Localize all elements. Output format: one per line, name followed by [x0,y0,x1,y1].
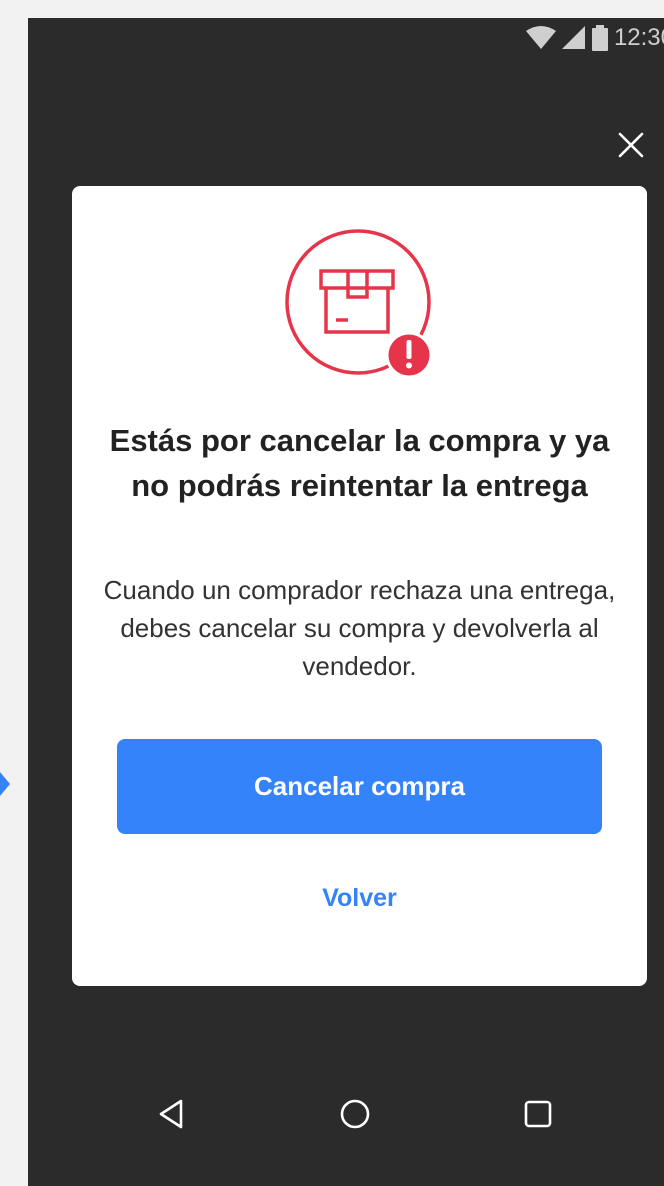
wifi-icon [525,26,556,50]
status-time: 12:30 [613,24,664,51]
navigation-bar [28,1076,664,1186]
cancel-purchase-button[interactable]: Cancelar compra [117,739,602,834]
recents-icon [518,1100,558,1138]
back-link-button[interactable]: Volver [117,876,602,920]
status-bar: 12:30 [28,18,664,58]
package-warning-icon [285,229,437,381]
dialog-description: Cuando un comprador rechaza una entrega,… [103,575,616,681]
screen-canvas: 12:30 [0,0,664,1186]
nav-back-button[interactable] [153,1094,193,1134]
signal-icon [561,26,586,50]
close-icon [616,132,646,164]
back-icon [153,1099,193,1138]
device-screen: 12:30 [28,18,664,1186]
nav-home-button[interactable] [335,1094,375,1134]
dialog-title: Estás por cancelar la compra y ya no pod… [109,423,610,503]
close-button[interactable] [616,130,646,160]
cancel-purchase-dialog: Estás por cancelar la compra y ya no pod… [72,186,647,986]
nav-recents-button[interactable] [518,1094,558,1134]
side-pointer-marker [0,772,10,796]
battery-icon [591,25,608,51]
home-icon [335,1099,375,1138]
status-icons: 12:30 [525,24,664,52]
